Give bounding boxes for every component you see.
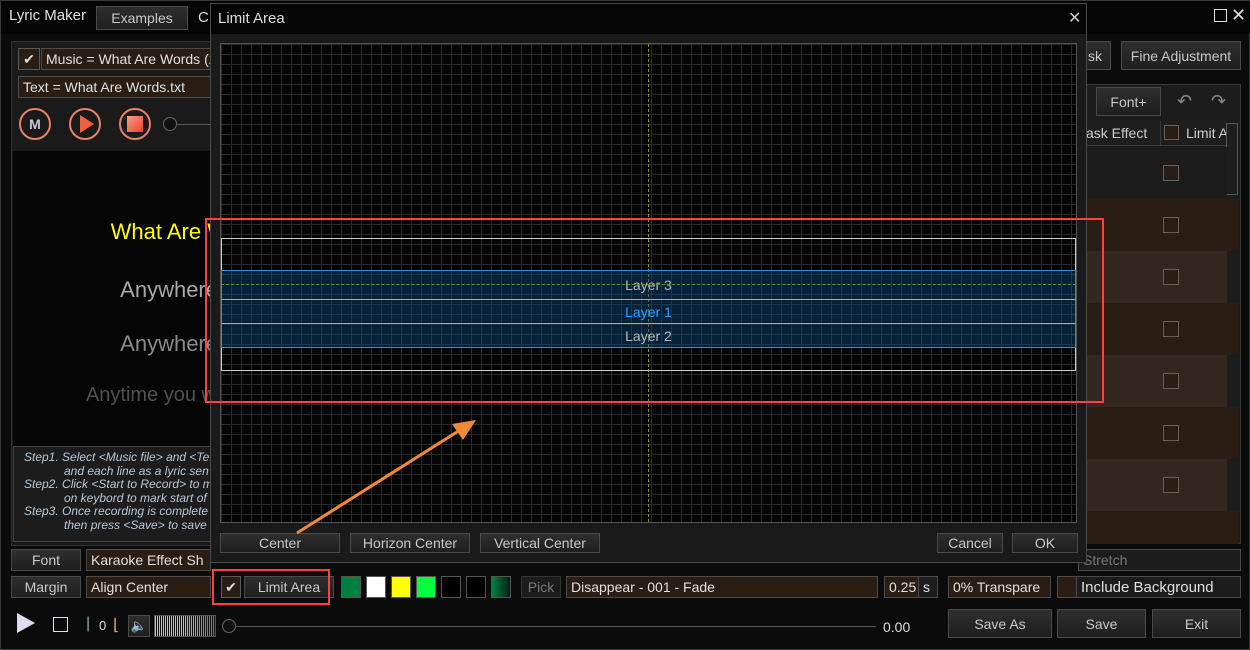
arrow-head [452,420,476,440]
arrow-shaft [296,428,461,535]
annotation-arrow [296,420,476,535]
